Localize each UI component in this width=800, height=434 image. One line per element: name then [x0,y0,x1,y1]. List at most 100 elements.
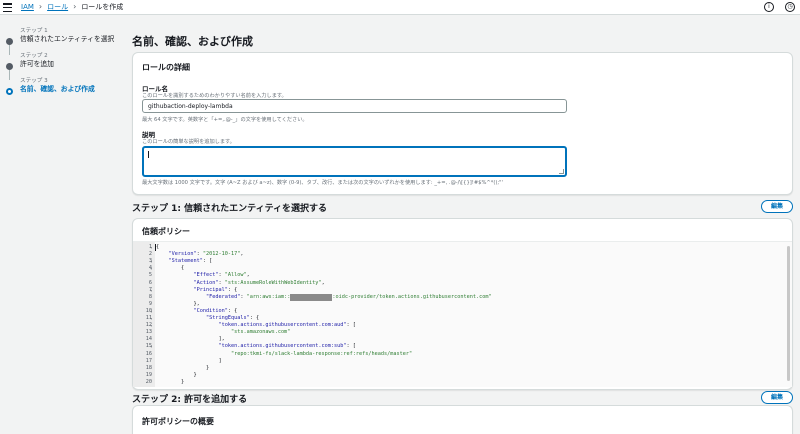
line-number: 17 [145,357,152,364]
description-description: このロールの簡単な説明を追加します。 [142,139,235,145]
info-icon[interactable]: i [764,2,774,12]
code-line: 9 }, [133,301,792,308]
step1-header: ステップ 1: 信頼されたエンティティを選択する [132,204,328,214]
code-text: "sts.amazonaws.com" [230,329,291,336]
code-line: 2 "Version": "2012-10-17", [133,251,792,258]
step-dot [6,63,13,70]
code-text: "token.actions.githubusercontent.com:aud… [218,322,356,329]
line-number: 6 [148,279,152,286]
code-line: 12 ▾ "token.actions.githubusercontent.com… [133,322,792,329]
code-line: 1 ▾{ [133,244,792,251]
code-text: } [156,378,185,385]
line-number: 5 [148,272,152,279]
code-line: 5 "Effect": "Allow", [133,272,792,279]
menu-icon[interactable] [3,3,12,12]
breadcrumb-iam[interactable]: IAM [21,2,34,12]
code-line: 19 } [133,372,792,379]
fold-toggle-icon[interactable]: ▾ [150,265,152,272]
redacted-account-id [290,293,333,301]
role-details-title: ロールの詳細 [142,63,190,72]
code-line: 18 } [133,365,792,372]
code-text: "Action": "sts:AssumeRoleWithWebIdentity… [193,279,325,286]
breadcrumb-roles[interactable]: ロール [47,2,68,12]
trust-policy-title: 信頼ポリシー [142,227,190,236]
code-text: ] [156,357,222,364]
code-text: "token.actions.githubusercontent.com:sub… [218,343,356,350]
code-line: 8 "Federated": "arn:aws:iam:::oidc-provi… [133,293,792,301]
fold-toggle-icon[interactable]: ▾ [150,244,152,251]
line-number: 9 [148,300,152,307]
step2-header: ステップ 2: 許可を追加する [132,395,248,405]
line-number: 2 [148,251,152,258]
step-dot-active [6,88,13,95]
breadcrumb-current: ロールを作成 [81,3,124,11]
code-line: 14 ], [133,336,792,343]
line-number: 16 [145,350,152,357]
code-line: 17 ] [133,358,792,365]
edit-step1-button[interactable]: 編集 [761,200,793,213]
line-number: 13 [145,329,152,336]
step-label: 名前、確認、および作成 [20,85,95,93]
code-text: ], [156,336,225,343]
fold-toggle-icon[interactable]: ▾ [150,322,152,329]
line-number: 20 [145,378,152,385]
wizard-steps: ステップ 1 信頼されたエンティティを選択 ステップ 2 許可を追加 ステップ … [6,28,121,103]
code-text: "Principal": { [193,286,238,293]
step-number: ステップ 3 [20,78,48,84]
role-details-card: ロールの詳細 ロール名 このロールを識別するためのわかりやすい名前を入力します。… [132,52,793,195]
code-text: "Statement": [ [168,258,213,265]
code-text: "repo:tkmi-fs/slack-lambda-response:ref:… [230,350,413,357]
trust-policy-card: 信頼ポリシー 1 ▾{2 "Version": "2012-10-17", 3 ▾ "… [132,218,793,390]
fold-toggle-icon[interactable]: ▾ [150,308,152,315]
description-hint: 最大文字数は 1000 文字です。文字 (A~Z および a~z)、数字 (0-… [142,180,503,186]
line-number: 19 [145,371,152,378]
clock-settings-icon[interactable]: ◷ [785,2,795,12]
code-line: 11 ▾ "StringEquals": { [133,315,792,322]
code-text: { [156,265,185,272]
role-name-description: このロールを識別するためのわかりやすい名前を入力します。 [142,93,287,99]
editor-cursor [155,244,156,251]
code-line: 13 "sts.amazonaws.com" [133,329,792,336]
code-line: 10 ▾ "Condition": { [133,308,792,315]
fold-toggle-icon[interactable]: ▾ [150,258,152,265]
page-title: 名前、確認、および作成 [132,35,253,48]
edit-step2-button[interactable]: 編集 [761,391,793,404]
fold-toggle-icon[interactable]: ▾ [150,315,152,322]
top-bar: IAM › ロール › ロールを作成 i ◷ [0,0,800,15]
code-text: } [156,371,197,378]
chevron-right-icon: › [73,2,77,11]
description-textarea[interactable] [142,146,567,177]
step-label[interactable]: 許可を追加 [20,60,121,69]
text-caret [148,151,149,158]
code-text: { [156,244,160,250]
line-number: 14 [145,336,152,343]
role-name-hint: 最大 64 文字です。英数字と「+=,.@-_」の文字を使用してください。 [142,117,308,123]
step-number: ステップ 1 [20,28,48,34]
line-number: 8 [148,293,152,300]
step-1: ステップ 1 信頼されたエンティティを選択 [6,28,121,55]
chevron-right-icon: › [38,2,43,11]
permissions-summary-title: 許可ポリシーの概要 [142,417,214,426]
code-editor[interactable]: 1 ▾{2 "Version": "2012-10-17", 3 ▾ "Stateme… [133,241,792,387]
code-text: }, [156,300,200,307]
breadcrumb: IAM › ロール › ロールを作成 [21,2,123,12]
step-dot [6,38,13,45]
code-text: "Federated": "arn:aws:iam:::oidc-provide… [205,293,492,301]
code-line: 20 } [133,379,792,386]
code-text: "Effect": "Allow", [193,272,250,279]
code-line: 6 "Action": "sts:AssumeRoleWithWebIdenti… [133,280,792,287]
code-line: 4 ▾ { [133,265,792,272]
code-line: 7 ▾ "Principal": { [133,287,792,294]
code-line: 16 "repo:tkmi-fs/slack-lambda-response:r… [133,351,792,358]
line-number: 18 [145,364,152,371]
fold-toggle-icon[interactable]: ▾ [150,343,152,350]
step-number: ステップ 2 [20,53,48,59]
step-label[interactable]: 信頼されたエンティティを選択 [20,35,121,44]
code-text: "StringEquals": { [205,315,260,321]
code-text: } [156,364,210,371]
role-name-input[interactable] [142,99,567,113]
step-2: ステップ 2 許可を追加 [6,53,121,80]
fold-toggle-icon[interactable]: ▾ [150,287,152,294]
resize-handle[interactable] [559,169,564,174]
permissions-summary-card: 許可ポリシーの概要 [132,405,793,434]
